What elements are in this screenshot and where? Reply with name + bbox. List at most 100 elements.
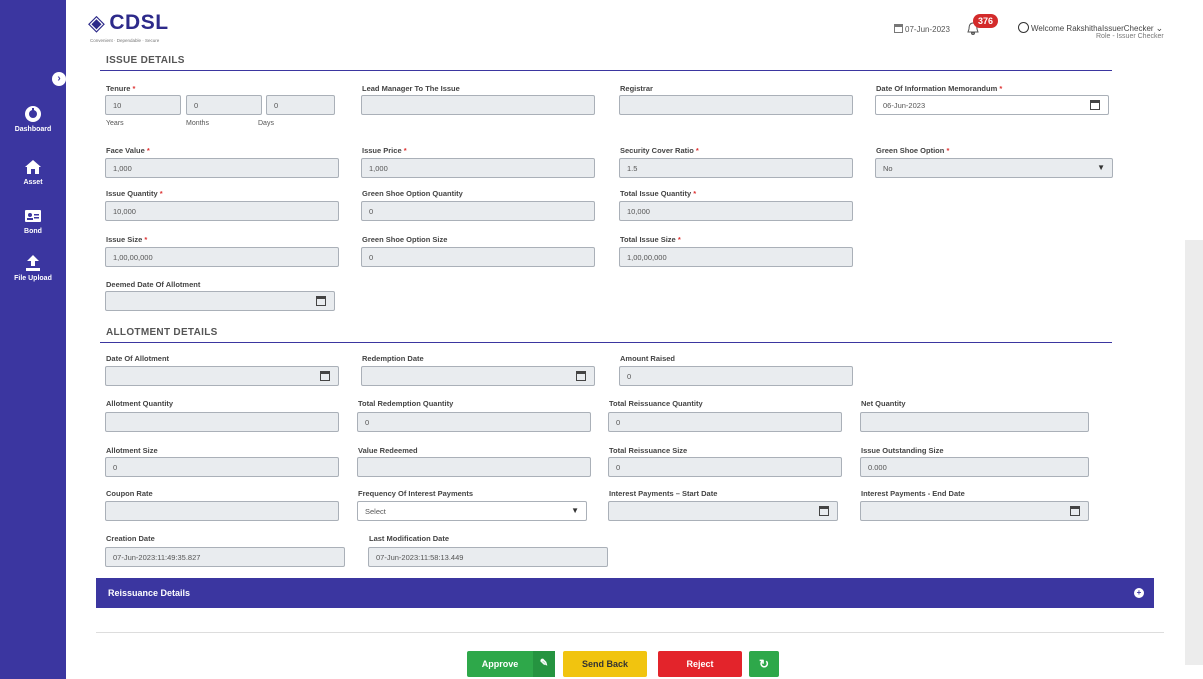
- dashboard-icon: [25, 106, 41, 122]
- green-shoe-size-input[interactable]: 0: [361, 247, 595, 267]
- redemption-date-input[interactable]: [361, 366, 595, 386]
- coupon-rate-input[interactable]: [105, 501, 339, 521]
- caret-down-icon: ▼: [571, 506, 579, 515]
- user-menu[interactable]: Welcome RakshithaIssuerChecker ⌄ Role - I…: [1018, 22, 1164, 40]
- creation-date-input[interactable]: 07-Jun-2023:11:49:35.827: [105, 547, 345, 567]
- scrollbar[interactable]: [1185, 240, 1203, 665]
- reissuance-details-title: Reissuance Details: [108, 588, 191, 598]
- last-mod-date-input[interactable]: 07-Jun-2023:11:58:13.449: [368, 547, 608, 567]
- green-shoe-size-label: Green Shoe Option Size: [362, 235, 448, 244]
- approve-button[interactable]: Approve ✎: [467, 651, 555, 677]
- amount-raised-input[interactable]: 0: [619, 366, 853, 386]
- issue-size-label: Issue Size *: [106, 235, 148, 244]
- deemed-date-input[interactable]: [105, 291, 335, 311]
- total-reissuance-size-label: Total Reissuance Size: [609, 446, 688, 455]
- allotment-details-title: ALLOTMENT DETAILS: [106, 327, 218, 338]
- registrar-label: Registrar: [620, 84, 653, 93]
- green-shoe-qty-label: Green Shoe Option Quantity: [362, 189, 463, 198]
- sidebar-item-dashboard[interactable]: Dashboard: [0, 104, 66, 133]
- sidebar: › Dashboard Asset Bond File Upload: [0, 0, 66, 679]
- refresh-button[interactable]: ↻: [749, 651, 779, 677]
- calendar-icon[interactable]: [576, 371, 586, 381]
- sidebar-item-label: File Upload: [14, 275, 52, 282]
- home-icon: [25, 160, 41, 174]
- registrar-input[interactable]: [619, 95, 853, 115]
- total-issue-qty-label: Total Issue Quantity *: [620, 189, 697, 198]
- green-shoe-qty-input[interactable]: 0: [361, 201, 595, 221]
- header-date-text: 07-Jun-2023: [905, 25, 950, 34]
- calendar-icon[interactable]: [320, 371, 330, 381]
- tenure-days-input[interactable]: 0: [266, 95, 335, 115]
- edit-icon: ✎: [533, 651, 555, 677]
- total-reissuance-qty-input[interactable]: 0: [608, 412, 842, 432]
- id-card-icon: [25, 210, 41, 222]
- tenure-years-label: Years: [106, 120, 124, 127]
- total-redemption-qty-input[interactable]: 0: [357, 412, 591, 432]
- sidebar-item-bond[interactable]: Bond: [0, 206, 66, 235]
- welcome-text: Welcome RakshithaIssuerChecker: [1031, 24, 1154, 33]
- notification-badge[interactable]: 376: [973, 14, 999, 28]
- issue-quantity-label: Issue Quantity *: [106, 189, 163, 198]
- footer-divider: [96, 632, 1164, 633]
- sidebar-item-label: Dashboard: [14, 126, 52, 133]
- tenure-months-input[interactable]: 0: [186, 95, 262, 115]
- cdsl-logo: ◈ CDSL Convenient · Dependable · Secure: [88, 10, 169, 43]
- issue-size-input[interactable]: 1,00,00,000: [105, 247, 339, 267]
- top-bar: ◈ CDSL Convenient · Dependable · Secure …: [66, 0, 1203, 50]
- date-of-allotment-input[interactable]: [105, 366, 339, 386]
- redemption-date-label: Redemption Date: [362, 354, 424, 363]
- date-of-allotment-label: Date Of Allotment: [106, 354, 170, 363]
- issue-outstanding-size-label: Issue Outstanding Size: [861, 446, 944, 455]
- expand-icon[interactable]: +: [1134, 588, 1144, 598]
- calendar-icon[interactable]: [819, 506, 829, 516]
- amount-raised-label: Amount Raised: [620, 354, 676, 363]
- frequency-label: Frequency Of Interest Payments: [358, 489, 474, 498]
- avatar-icon: [1018, 22, 1029, 33]
- tenure-days-label: Days: [258, 120, 274, 127]
- allotment-quantity-input[interactable]: [105, 412, 339, 432]
- total-issue-size-input[interactable]: 1,00,00,000: [619, 247, 853, 267]
- refresh-icon: ↻: [758, 657, 770, 671]
- calendar-icon[interactable]: [1070, 506, 1080, 516]
- frequency-select[interactable]: Select ▼: [357, 501, 587, 521]
- reject-button[interactable]: Reject: [658, 651, 742, 677]
- total-redemption-qty-label: Total Redemption Quantity: [358, 399, 454, 408]
- sidebar-toggle-icon[interactable]: ›: [52, 72, 66, 86]
- ip-start-input[interactable]: [608, 501, 838, 521]
- allotment-size-input[interactable]: 0: [105, 457, 339, 477]
- brand-name: CDSL: [109, 11, 169, 34]
- sidebar-item-file-upload[interactable]: File Upload: [0, 253, 66, 282]
- issue-quantity-input[interactable]: 10,000: [105, 201, 339, 221]
- tenure-months-label: Months: [186, 120, 209, 127]
- total-reissuance-size-input[interactable]: 0: [608, 457, 842, 477]
- net-quantity-input[interactable]: [860, 412, 1089, 432]
- tenure-years-input[interactable]: 10: [105, 95, 181, 115]
- issue-outstanding-size-input[interactable]: 0.000: [860, 457, 1089, 477]
- sidebar-item-label: Bond: [24, 228, 42, 235]
- value-redeemed-input[interactable]: [357, 457, 591, 477]
- calendar-icon[interactable]: [316, 296, 326, 306]
- calendar-icon[interactable]: [1090, 100, 1100, 110]
- user-role: Role - Issuer Checker: [1096, 33, 1164, 40]
- total-issue-qty-input[interactable]: 10,000: [619, 201, 853, 221]
- approve-label: Approve: [481, 659, 519, 669]
- ip-end-input[interactable]: [860, 501, 1089, 521]
- send-back-button[interactable]: Send Back: [563, 651, 647, 677]
- issue-price-label: Issue Price *: [362, 146, 407, 155]
- green-shoe-option-select[interactable]: No ▼: [875, 158, 1113, 178]
- face-value-label: Face Value *: [106, 146, 150, 155]
- net-quantity-label: Net Quantity: [861, 399, 906, 408]
- sidebar-item-label: Asset: [23, 179, 43, 186]
- ip-start-label: Interest Payments – Start Date: [609, 489, 718, 498]
- security-cover-ratio-input[interactable]: 1.5: [619, 158, 853, 178]
- issue-price-input[interactable]: 1,000: [361, 158, 595, 178]
- sidebar-item-asset[interactable]: Asset: [0, 157, 66, 186]
- date-info-memo-input[interactable]: 06-Jun-2023: [875, 95, 1109, 115]
- total-reissuance-qty-label: Total Reissuance Quantity: [609, 399, 703, 408]
- total-issue-size-label: Total Issue Size *: [620, 235, 681, 244]
- section-divider: [100, 342, 1112, 343]
- issue-details-title: ISSUE DETAILS: [106, 55, 185, 66]
- face-value-input[interactable]: 1,000: [105, 158, 339, 178]
- reissuance-details-panel[interactable]: Reissuance Details +: [96, 578, 1154, 608]
- lead-manager-input[interactable]: [361, 95, 595, 115]
